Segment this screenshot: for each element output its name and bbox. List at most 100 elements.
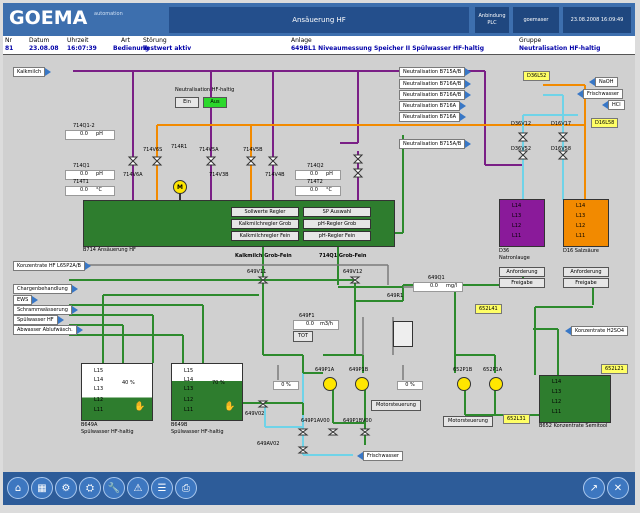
badge-652l21[interactable]: 652L21 <box>601 364 628 374</box>
logo-subtext: automation <box>94 11 123 17</box>
m6-tag: 649Q1 <box>428 275 445 281</box>
overview-icon[interactable]: ▦ <box>31 477 53 499</box>
m5-display[interactable]: 0.0 °C <box>295 186 341 196</box>
natron-request-button[interactable]: Anforderung <box>499 267 545 277</box>
m6-display[interactable]: 0.0 mg/l <box>413 282 463 292</box>
setpoint-controller-button[interactable]: Sollwerte Regler <box>231 207 299 217</box>
pump-649p1a[interactable] <box>323 377 337 391</box>
badge-d36l52[interactable]: D36L52 <box>523 71 551 81</box>
badge-d16l58[interactable]: D16L58 <box>591 118 619 128</box>
natron-level-l14: L14 <box>512 203 522 209</box>
valve-label-v1: 714V6A <box>123 172 143 178</box>
hcl-tag[interactable]: HCl <box>602 100 625 110</box>
konz-hf-tag[interactable]: Konzentrate HF L65P2A/B <box>13 261 91 271</box>
konz-h2so4-tag[interactable]: Konzentrate H2SO4 <box>564 326 629 336</box>
neutr-tag-f[interactable]: Neutralisation B715A/B <box>399 139 472 149</box>
datetime-display: 23.08.2008 16:09:49 <box>563 7 631 33</box>
tank-b649b[interactable]: L15 L14 L13 L12 L11 70 % ✋ <box>171 363 243 421</box>
neutralisation-off-button[interactable]: Aus <box>203 97 227 108</box>
pct-box-2[interactable]: 0 % <box>397 381 423 390</box>
b649b-label-2: Spülwasser HF-haltig <box>171 429 224 435</box>
logo-text: GOEMA <box>9 7 88 29</box>
m3-display[interactable]: 0.0 °C <box>65 186 115 196</box>
motor-control-button-2[interactable]: Motorsteuerung <box>443 416 493 427</box>
tot-button[interactable]: TOT <box>293 331 313 342</box>
m1-tag: 714Q1-2 <box>73 123 95 129</box>
alarm-message-bar[interactable]: Nr Datum Uhrzeit Art Störung Anlage Grup… <box>3 36 635 55</box>
lime-coarse-controller-button[interactable]: Kalkmilchregler Grob <box>231 219 299 229</box>
user-button[interactable]: goemaser <box>513 7 559 33</box>
b649a-fill-percent: 40 % <box>122 380 135 386</box>
kalkmilch-tag[interactable]: Kalkmilch <box>13 67 52 77</box>
bottom-toolbar: ⌂ ▦ ⚙ ⛭ 🔧 ⚠ ☰ ⎙ ↗ ✕ <box>3 472 635 505</box>
col-anlage: Anlage <box>291 37 312 44</box>
ph-fine-controller-button[interactable]: pH-Regler Fein <box>303 231 371 241</box>
valve-label-v11: 649V02 <box>245 411 265 417</box>
b649b-fill-percent: 70 % <box>212 380 225 386</box>
print-icon[interactable]: ⎙ <box>175 477 197 499</box>
lime-fine-controller-button[interactable]: Kalkmilchregler Fein <box>231 231 299 241</box>
pump-652p1b[interactable] <box>457 377 471 391</box>
motor-control-button-1[interactable]: Motorsteuerung <box>371 400 421 411</box>
agitator-label: 714R1 <box>171 144 188 150</box>
schramm-tag[interactable]: Schrammwässerung <box>13 305 78 315</box>
pump-649p1b[interactable] <box>355 377 369 391</box>
pct-box-1[interactable]: 0 % <box>273 381 299 390</box>
neutralisation-on-button[interactable]: Ein <box>175 97 199 108</box>
m7-display[interactable]: 0.0 m3/h <box>293 320 339 330</box>
reactor-status-2: 714Q1 Grob-Fein <box>319 253 367 259</box>
badge-652l41[interactable]: 652L41 <box>475 304 502 314</box>
b652-level-l12: L12 <box>552 399 562 405</box>
chargen-tag[interactable]: Chargenbehandlung <box>13 284 78 294</box>
natron-release-button[interactable]: Freigabe <box>499 278 545 288</box>
frischwasser-top-tag[interactable]: Frischwasser <box>577 89 623 99</box>
b652-label: B652 Konzentrate Semitool <box>539 423 608 429</box>
ews-tag[interactable]: EWS <box>13 295 39 305</box>
salz-release-button[interactable]: Freigabe <box>563 278 609 288</box>
list-icon[interactable]: ☰ <box>151 477 173 499</box>
plant-icon[interactable]: ⚙ <box>55 477 77 499</box>
m7-unit: m3/h <box>320 321 333 327</box>
tank-b649a[interactable]: L15 L14 L13 L12 L11 40 % ✋ <box>81 363 153 421</box>
exit-icon[interactable]: ✕ <box>607 477 629 499</box>
spuel-hf-tag[interactable]: Spülwasser HF <box>13 315 64 325</box>
valve-label-v5: 714V4B <box>265 172 285 178</box>
neutr-tag-d[interactable]: Neutralisation B716A <box>399 101 467 111</box>
tank-b652[interactable]: L14 L13 L12 L11 <box>539 375 611 423</box>
window-frame: GOEMA automation Ansäuerung HF Anbindung … <box>0 0 640 513</box>
msg-stoerung: Testwert aktiv <box>143 45 192 52</box>
wrench-icon[interactable]: 🔧 <box>103 477 125 499</box>
pump-652p1a[interactable] <box>489 377 503 391</box>
ph-coarse-controller-button[interactable]: pH-Regler Grob <box>303 219 371 229</box>
process-icon[interactable]: ⛭ <box>79 477 101 499</box>
agitator-motor[interactable]: M <box>173 180 187 194</box>
salz-level-l14: L14 <box>576 203 586 209</box>
valve-label-v3: 714V5A <box>199 147 219 153</box>
naoh-tag[interactable]: NaOH <box>589 77 618 87</box>
salz-request-button[interactable]: Anforderung <box>563 267 609 277</box>
home-icon[interactable]: ⌂ <box>7 477 29 499</box>
col-gruppe: Gruppe <box>519 37 542 44</box>
m1-display[interactable]: 0.0 pH <box>65 130 115 140</box>
badge-652l31[interactable]: 652L31 <box>503 414 530 424</box>
valve-label-v13: 649P1B <box>349 367 369 373</box>
neutr-tag-e[interactable]: Neutralisation B716A <box>399 112 467 122</box>
tank-salzsaeure[interactable]: L14 L13 L12 L11 <box>563 199 609 247</box>
m6-value: 0.0 <box>430 283 438 289</box>
plc-connection-button[interactable]: Anbindung PLC <box>475 7 509 33</box>
trend-icon[interactable]: ↗ <box>583 477 605 499</box>
neutr-tag-b[interactable]: Neutralisation B716A/B <box>399 79 472 89</box>
valve-label-v12: 649P1A <box>315 367 335 373</box>
tank-natronlauge[interactable]: L14 L13 L12 L11 <box>499 199 545 247</box>
filter-unit[interactable] <box>393 321 413 347</box>
alarm-icon[interactable]: ⚠ <box>127 477 149 499</box>
b652-level-l13: L13 <box>552 389 562 395</box>
frischwasser-bottom-tag[interactable]: Frischwasser <box>357 451 403 461</box>
abwasser-tag[interactable]: Abwasser Ablufwäsch. <box>13 325 83 335</box>
neutr-tag-c[interactable]: Neutralisation B716A/B <box>399 90 472 100</box>
process-diagram: B714 Ansäuerung HF Kalkmilch Grob-Fein 7… <box>3 55 635 472</box>
natron-label-2: Natronlauge <box>499 255 530 261</box>
sp-select-button[interactable]: SP Auswahl <box>303 207 371 217</box>
b649b-level-l15: L15 <box>184 368 194 374</box>
neutr-tag-a[interactable]: Neutralisation B715A/B <box>399 67 472 77</box>
